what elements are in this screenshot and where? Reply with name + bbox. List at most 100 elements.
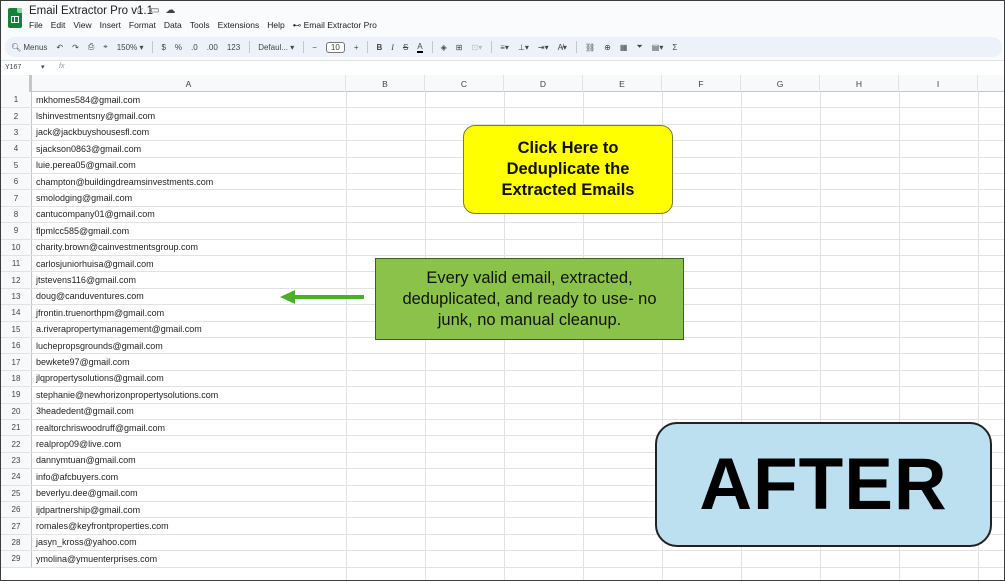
menu-help[interactable]: Help <box>267 20 284 31</box>
increase-decimal-button[interactable]: .00 <box>207 43 218 52</box>
row-number[interactable]: 28 <box>1 534 32 551</box>
row-number[interactable]: 17 <box>1 354 32 370</box>
email-cell[interactable]: 3headedent@gmail.com <box>36 404 134 419</box>
email-cell[interactable]: smolodging@gmail.com <box>36 190 132 205</box>
print-icon[interactable]: ⎙ <box>88 42 94 52</box>
email-cell[interactable]: info@afcbuyers.com <box>36 469 118 484</box>
row-number[interactable]: 20 <box>1 403 32 419</box>
email-cell[interactable]: cantucompany01@gmail.com <box>36 207 155 222</box>
email-cell[interactable]: sjackson0863@gmail.com <box>36 141 141 156</box>
column-header-b[interactable]: B <box>346 75 425 92</box>
email-cell[interactable]: flpmlcc585@gmail.com <box>36 223 129 238</box>
font-size-input[interactable]: 10 <box>325 41 345 53</box>
row-number[interactable]: 24 <box>1 469 32 485</box>
menu-format[interactable]: Format <box>129 20 156 31</box>
strikethrough-icon[interactable]: S <box>403 43 408 52</box>
row-number[interactable]: 1 <box>1 92 32 108</box>
menu-view[interactable]: View <box>73 20 91 31</box>
email-cell[interactable]: charity.brown@cainvestmentsgroup.com <box>36 240 198 255</box>
star-icon[interactable]: ☆ <box>135 5 150 16</box>
email-cell[interactable]: doug@canduventures.com <box>36 289 144 304</box>
email-cell[interactable]: bewkete97@gmail.com <box>36 354 130 369</box>
column-header-h[interactable]: H <box>820 75 899 92</box>
decrease-decimal-button[interactable]: .0 <box>191 43 198 52</box>
row-number[interactable]: 5 <box>1 157 32 173</box>
horizontal-align-icon[interactable]: ≡▾ <box>500 43 509 52</box>
row-number[interactable]: 13 <box>1 288 32 305</box>
select-all-corner[interactable] <box>1 75 32 92</box>
sheets-logo-icon[interactable] <box>8 8 22 28</box>
menus-search[interactable]: 🔍︎ Menus <box>11 43 47 52</box>
row-number[interactable]: 11 <box>1 256 32 272</box>
email-cell[interactable]: dannymtuan@gmail.com <box>36 453 136 468</box>
email-cell[interactable]: jfrontin.truenorthpm@gmail.com <box>36 305 164 320</box>
bold-icon[interactable]: B <box>376 43 382 52</box>
row-number[interactable]: 3 <box>1 124 32 141</box>
email-cell[interactable]: jack@jackbuyshousesfl.com <box>36 125 149 140</box>
insert-comment-icon[interactable]: ⊕ <box>604 43 611 52</box>
row-number[interactable]: 7 <box>1 190 32 206</box>
email-cell[interactable]: realprop09@live.com <box>36 436 121 451</box>
column-header-f[interactable]: F <box>662 75 741 92</box>
menu-email-extractor-pro[interactable]: ⊷ Email Extractor Pro <box>293 20 377 31</box>
row-number[interactable]: 21 <box>1 420 32 436</box>
row-number[interactable]: 12 <box>1 272 32 288</box>
merge-cells-icon[interactable]: ⊡▾ <box>471 43 482 52</box>
zoom-select[interactable]: 150% ▾ <box>117 43 144 52</box>
email-cell[interactable]: luie.perea05@gmail.com <box>36 158 136 173</box>
font-size-increase-button[interactable]: + <box>354 43 359 52</box>
chevron-down-icon[interactable]: ▾ <box>41 63 45 71</box>
row-number[interactable]: 2 <box>1 108 32 124</box>
row-number[interactable]: 29 <box>1 551 32 567</box>
cloud-icon[interactable]: ☁ <box>165 5 181 16</box>
font-size-decrease-button[interactable]: − <box>312 43 317 52</box>
menu-extensions[interactable]: Extensions <box>218 20 260 31</box>
paint-format-icon[interactable]: ⌖ <box>103 42 108 52</box>
percent-button[interactable]: % <box>175 43 182 52</box>
column-header-i[interactable]: I <box>899 75 978 92</box>
email-cell[interactable]: romales@keyfrontproperties.com <box>36 518 169 533</box>
menu-data[interactable]: Data <box>164 20 182 31</box>
filter-views-icon[interactable]: ▤▾ <box>652 43 664 52</box>
row-number[interactable]: 10 <box>1 239 32 255</box>
font-select[interactable]: Defaul... ▾ <box>258 43 294 52</box>
menu-tools[interactable]: Tools <box>190 20 210 31</box>
row-number[interactable]: 22 <box>1 436 32 452</box>
column-header-c[interactable]: C <box>425 75 504 92</box>
menu-insert[interactable]: Insert <box>100 20 121 31</box>
email-cell[interactable]: jasyn_kross@yahoo.com <box>36 535 137 550</box>
email-cell[interactable]: mkhomes584@gmail.com <box>36 92 140 107</box>
email-cell[interactable]: ymolina@ymuenterprises.com <box>36 551 157 566</box>
text-wrap-icon[interactable]: ⇥▾ <box>538 43 549 52</box>
row-number[interactable]: 27 <box>1 518 32 534</box>
email-cell[interactable]: lshinvestmentsny@gmail.com <box>36 108 155 123</box>
currency-button[interactable]: $ <box>161 43 165 52</box>
undo-icon[interactable]: ↶ <box>56 43 63 52</box>
email-cell[interactable]: carlosjuniorhuisa@gmail.com <box>36 256 154 271</box>
email-cell[interactable]: stephanie@newhorizonpropertysolutions.co… <box>36 387 218 402</box>
email-cell[interactable]: a.riverapropertymanagement@gmail.com <box>36 322 202 337</box>
deduplicate-callout-button[interactable]: Click Here to Deduplicate the Extracted … <box>463 125 673 214</box>
column-header-e[interactable]: E <box>583 75 662 92</box>
email-cell[interactable]: luchepropsgrounds@gmail.com <box>36 338 163 353</box>
row-number[interactable]: 14 <box>1 305 32 321</box>
column-header-d[interactable]: D <box>504 75 583 92</box>
email-cell[interactable]: ijdpartnership@gmail.com <box>36 502 140 517</box>
row-number[interactable]: 15 <box>1 321 32 337</box>
email-cell[interactable]: jtstevens116@gmail.com <box>36 272 136 287</box>
menu-edit[interactable]: Edit <box>51 20 66 31</box>
row-number[interactable]: 6 <box>1 174 32 190</box>
row-number[interactable]: 19 <box>1 387 32 403</box>
email-cell[interactable]: champton@buildingdreamsinvestments.com <box>36 174 213 189</box>
row-number[interactable]: 9 <box>1 223 32 239</box>
row-number[interactable]: 4 <box>1 141 32 157</box>
filter-icon[interactable]: ⏷ <box>636 42 642 52</box>
text-color-icon[interactable]: A <box>417 42 423 53</box>
name-box[interactable]: Y167 <box>5 64 21 71</box>
folder-icon[interactable]: ▭ <box>150 5 165 16</box>
row-number[interactable]: 18 <box>1 370 32 387</box>
column-header-g[interactable]: G <box>741 75 820 92</box>
row-number[interactable]: 16 <box>1 338 32 354</box>
email-cell[interactable]: jlqpropertysolutions@gmail.com <box>36 371 164 386</box>
italic-icon[interactable]: I <box>391 43 394 52</box>
